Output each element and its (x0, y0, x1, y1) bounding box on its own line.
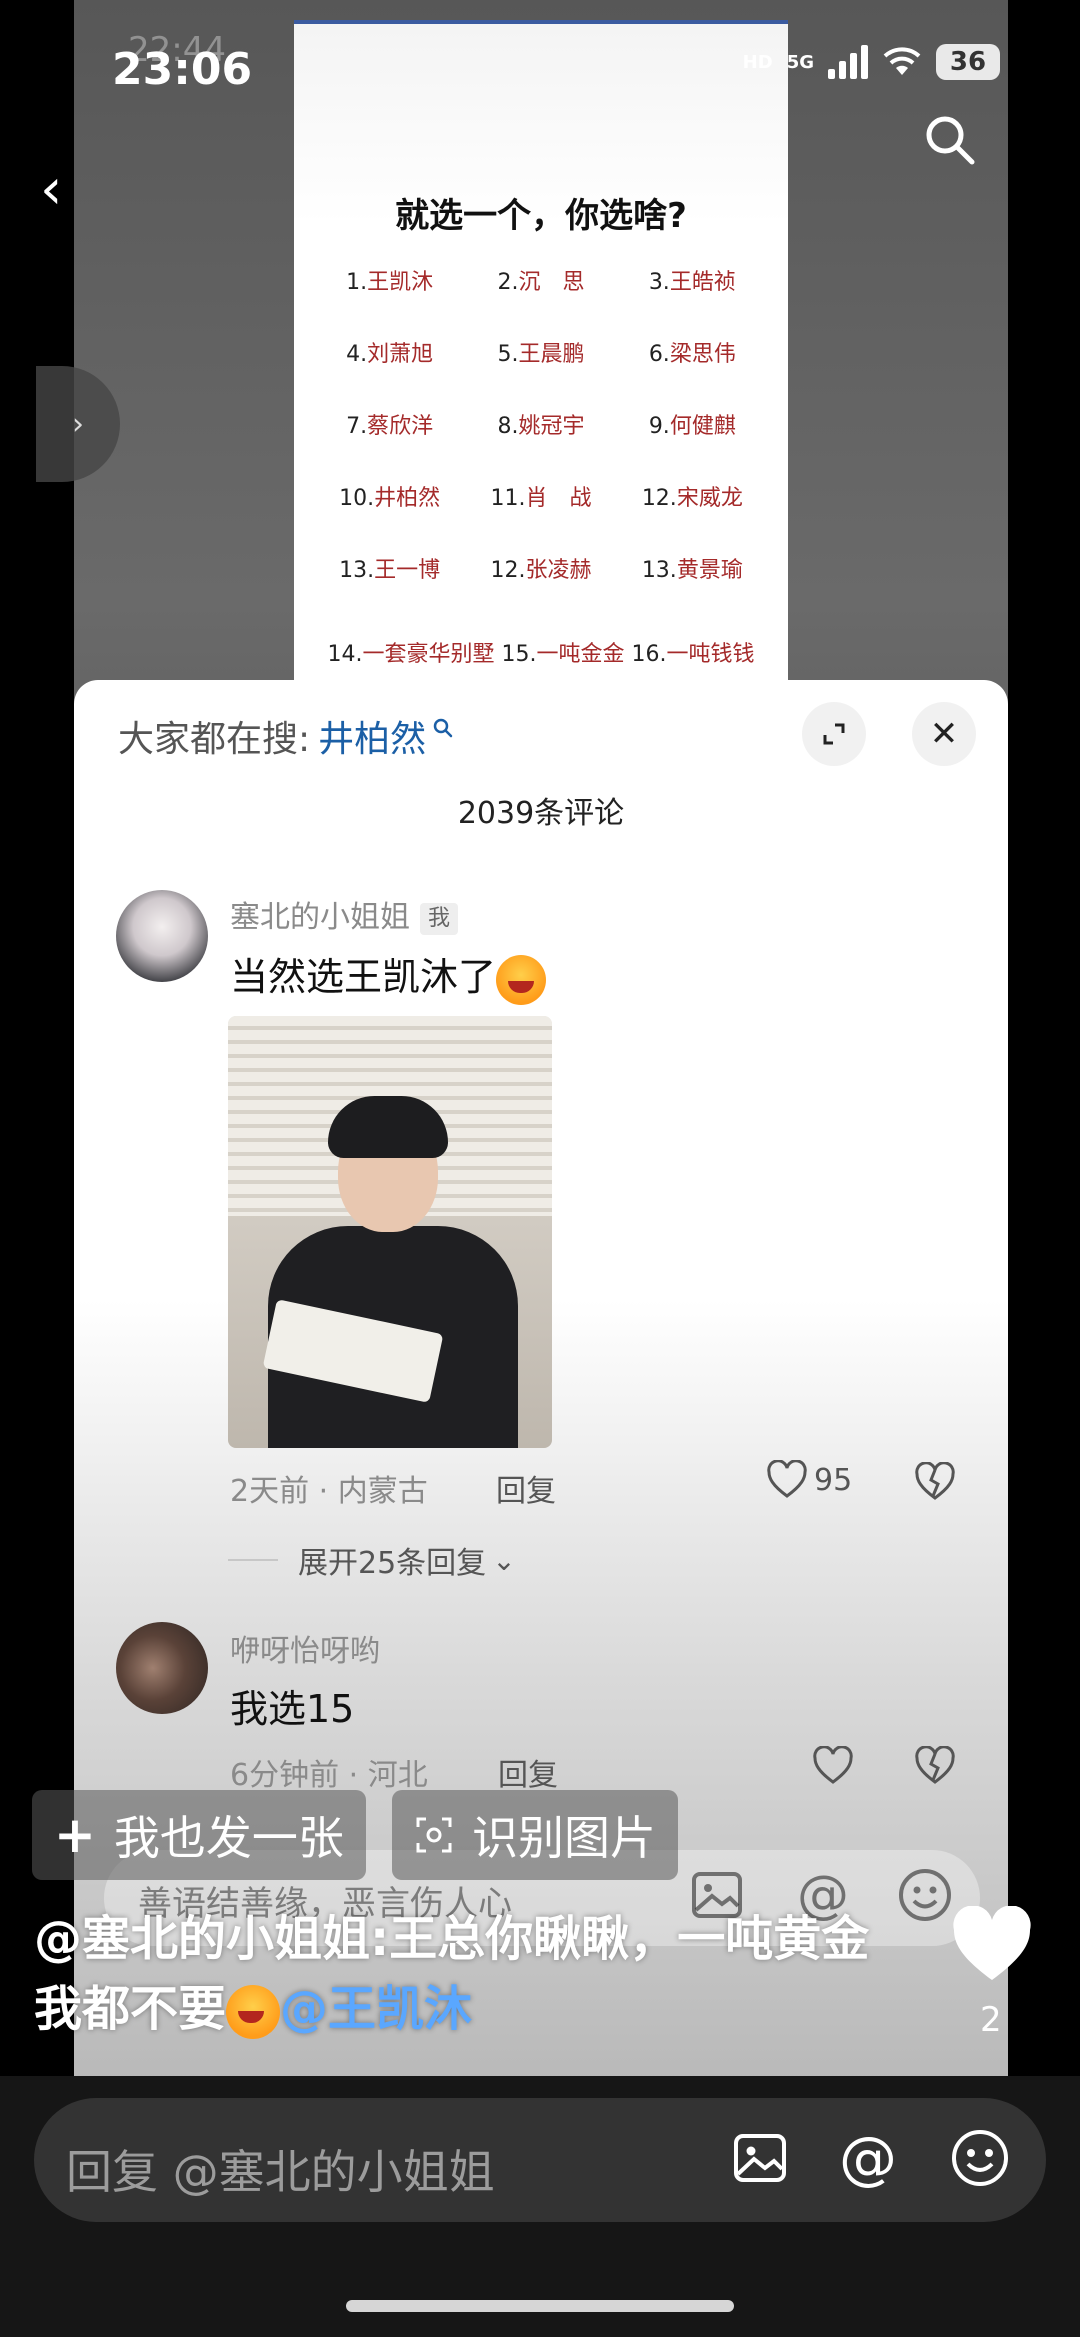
comment-username[interactable]: 塞北的小姐姐我 (230, 892, 459, 936)
poster-item: 3.王皓祯 (648, 270, 736, 295)
poster-title: 就选一个，你选啥? (395, 196, 687, 236)
dislike-icon[interactable] (914, 1462, 956, 1502)
recognize-image-button[interactable]: 识别图片 (392, 1790, 678, 1880)
poster-item: 13.王一博 (339, 558, 441, 583)
comment-count: 2039条评论 (457, 796, 625, 831)
comment-meta: 2天前 · 内蒙古 (230, 1474, 428, 1509)
chevron-down-icon: ⌄ (492, 1543, 516, 1577)
poster-item: 12.张凌赫 (490, 558, 592, 583)
poster-item: 11.肖 战 (490, 486, 592, 511)
caption-user[interactable]: @塞北的小姐姐 (34, 1911, 370, 1967)
poster-grid: 1.王凯沐 2.沉 思 3.王皓祯 4.刘萧旭 5.王晨鹏 6.梁思伟 7.蔡欣… (314, 264, 768, 584)
heart-icon[interactable] (812, 1746, 854, 1786)
status-icons: HD 5G 36 (743, 44, 1000, 80)
poster-item: 13.黄景瑜 (641, 558, 743, 583)
emoji-icon[interactable] (948, 2126, 1012, 2190)
scan-icon (416, 1817, 452, 1853)
caption-mention[interactable]: @王凯沐 (280, 1981, 472, 2037)
status-time: 23:06 (112, 44, 253, 95)
poster-item: 7.蔡欣洋 (346, 414, 434, 439)
poster-item: 8.姚冠宇 (497, 414, 585, 439)
emoji-icon[interactable] (896, 1866, 954, 1924)
comment-meta: 6分钟前 · 河北 (230, 1758, 428, 1793)
dislike-icon[interactable] (914, 1746, 956, 1786)
reply-input-placeholder: 回复 @塞北的小姐姐 (66, 2145, 495, 2199)
poster-item: 6.梁思伟 (648, 342, 736, 367)
signal-icon (828, 45, 868, 79)
comment-text: 我选15 (230, 1687, 355, 1731)
network-label: 5G (786, 51, 814, 73)
expand-icon (823, 723, 845, 745)
search-suggestion[interactable]: 大家都在搜: 井柏然 (118, 710, 454, 762)
comment-username[interactable]: 咿呀怡呀哟 (230, 1626, 380, 1670)
video-poster: 就选一个，你选啥? 1.王凯沐 2.沉 思 3.王皓祯 4.刘萧旭 5.王晨鹏 … (294, 20, 788, 680)
poster-item: 9.何健麒 (648, 414, 736, 439)
poster-item: 2.沉 思 (497, 270, 585, 295)
at-icon[interactable]: @ (836, 2126, 900, 2190)
me-badge: 我 (420, 902, 459, 935)
home-indicator[interactable] (346, 2300, 734, 2312)
reply-button[interactable]: 回复 (498, 1750, 558, 1794)
like-heart-icon[interactable] (950, 1906, 1034, 1984)
expand-sheet-button[interactable] (802, 702, 866, 766)
comment-text: 当然选王凯沐了 (230, 946, 547, 1005)
like-count: 95 (814, 1462, 853, 1498)
plus-icon: + (54, 1806, 96, 1864)
image-icon[interactable] (728, 2126, 792, 2190)
reply-button[interactable]: 回复 (496, 1466, 556, 1510)
avatar[interactable] (116, 890, 208, 982)
expand-replies-button[interactable]: 展开25条回复 ⌄ (228, 1538, 516, 1582)
laughing-emoji-icon (496, 954, 547, 1005)
close-icon: ✕ (929, 714, 959, 754)
post-image-button[interactable]: + 我也发一张 (32, 1790, 366, 1880)
poster-last-row: 14.一套豪华别墅 15.一吨金金 16.一吨钱钱 (327, 642, 755, 667)
battery-icon: 36 (936, 44, 1000, 80)
close-sheet-button[interactable]: ✕ (912, 702, 976, 766)
back-button[interactable]: ‹ (40, 160, 90, 220)
video-caption: @塞北的小姐姐:王总你瞅瞅，一吨黄金我都不要 @王凯沐 (34, 1911, 870, 2039)
avatar[interactable] (116, 1622, 208, 1714)
heart-icon (767, 1460, 807, 1498)
like-button[interactable]: 95 (766, 1460, 852, 1500)
laughing-emoji-icon (226, 1985, 281, 2039)
search-suggestion-keyword[interactable]: 井柏然 (318, 710, 426, 762)
poster-item: 10.井柏然 (339, 486, 441, 511)
poster-item: 4.刘萧旭 (346, 342, 434, 367)
poster-item: 12.宋威龙 (641, 486, 743, 511)
like-count: 2 (980, 2000, 1002, 2040)
search-suggestion-prefix: 大家都在搜: (118, 719, 311, 760)
poster-item: 5.王晨鹏 (497, 342, 585, 367)
app-screen: { "status_bar": { "time": "23:06", "ghos… (0, 0, 1080, 2337)
search-icon[interactable] (920, 110, 980, 170)
search-icon (433, 718, 453, 738)
wifi-icon (883, 47, 921, 75)
hd-label: HD (742, 51, 773, 73)
comment-image[interactable] (228, 1016, 552, 1448)
poster-item: 1.王凯沐 (346, 270, 434, 295)
